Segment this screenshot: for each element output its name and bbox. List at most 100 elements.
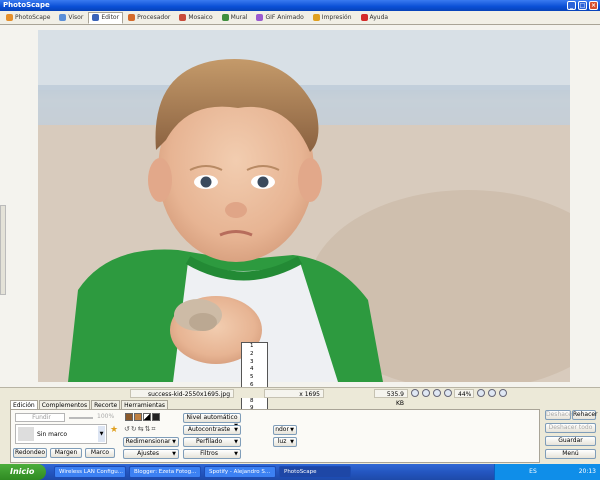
frame-preview <box>18 427 34 441</box>
dropdown-option[interactable]: 1 <box>242 343 267 351</box>
tab-impresion[interactable]: Impresión <box>309 12 356 24</box>
filtros-button[interactable]: Filtros ▼ <box>183 449 241 459</box>
partial-button-2[interactable]: luz ▼ <box>273 437 297 447</box>
zoom-in-icon[interactable] <box>477 389 485 397</box>
dropdown-option[interactable]: 3 <box>242 359 267 367</box>
window-title: PhotoScape <box>3 1 50 9</box>
redondeo-button[interactable]: Redondeo <box>13 448 47 458</box>
title-bar: PhotoScape _ □ × <box>0 0 600 11</box>
system-tray: ES 20:13 <box>494 464 600 480</box>
tab-ayuda[interactable]: Ayuda <box>357 12 393 24</box>
side-panel-handle[interactable] <box>0 205 6 295</box>
button-label: Redimensionar <box>125 438 171 445</box>
tab-recorte[interactable]: Recorte <box>91 400 121 409</box>
edit-panel: Edición Complementos Recorte Herramienta… <box>8 398 600 464</box>
tab-editor[interactable]: Editor <box>88 11 124 24</box>
photoscape-icon <box>6 14 13 21</box>
start-button[interactable]: Inicio <box>0 464 46 480</box>
autocontraste-button[interactable]: Autocontraste ▼ <box>183 425 241 435</box>
negative-tool-icon[interactable] <box>152 413 160 421</box>
tab-label: Procesador <box>137 14 171 21</box>
help-icon <box>360 14 368 21</box>
frame-select[interactable]: Sin marco ▼ <box>15 424 107 444</box>
margen-button[interactable]: Margen <box>50 448 82 458</box>
tab-label: GIF Animado <box>265 14 304 21</box>
tab-label: Ayuda <box>369 14 389 21</box>
status-bar: success-kid-2550x1695.jpg x 1695 535.9 K… <box>0 387 600 407</box>
contrast-tool-icon[interactable] <box>143 413 151 421</box>
status-dimensions: x 1695 <box>264 388 324 398</box>
button-label: Filtros <box>200 450 218 457</box>
fit-screen-icon[interactable] <box>411 389 419 397</box>
opacity-percent: 100% <box>97 413 115 420</box>
module-tab-bar: PhotoScape Visor Editor Procesador Mosai… <box>0 11 600 25</box>
minimize-button[interactable]: _ <box>567 1 576 10</box>
gif-icon <box>256 14 264 21</box>
taskbar-item-photoscape[interactable]: PhotoScape <box>279 466 351 478</box>
fundir-field[interactable]: Fundir <box>15 413 65 422</box>
tab-mosaico[interactable]: Mosaico <box>175 12 216 24</box>
brown-tool-icon[interactable] <box>125 413 133 421</box>
dropdown-option[interactable]: 4 <box>242 366 267 374</box>
partial-button-1[interactable]: ndor ▼ <box>273 425 297 435</box>
chevron-down-icon[interactable]: ▼ <box>98 426 105 442</box>
maximize-button[interactable]: □ <box>578 1 587 10</box>
marco-button[interactable]: Marco <box>85 448 115 458</box>
close-button[interactable]: × <box>589 1 598 10</box>
button-label: Nivel automático <box>186 414 238 421</box>
editor-workspace <box>0 25 600 387</box>
taskbar: Inicio Wireless LAN Configu... Blogger: … <box>0 464 600 480</box>
tab-procesador[interactable]: Procesador <box>124 12 174 24</box>
tab-edicion[interactable]: Edición <box>10 400 38 409</box>
info-icon[interactable] <box>499 389 507 397</box>
clock[interactable]: 20:13 <box>579 468 596 475</box>
taskbar-item-blogger[interactable]: Blogger: Ezeta Fotog... <box>129 466 201 478</box>
tab-visor[interactable]: Visor <box>55 12 87 24</box>
star-icon[interactable]: ★ <box>110 425 118 435</box>
photo-canvas[interactable] <box>38 30 570 382</box>
perfilado-button[interactable]: Perfilado ▼ <box>183 437 241 447</box>
rotate-flip-icons[interactable]: ↺↻⇆⇅⌗ <box>124 425 156 434</box>
panel-tabs: Edición Complementos Recorte Herramienta… <box>10 400 169 409</box>
tab-label: PhotoScape <box>15 14 51 21</box>
deshacer-button[interactable]: Deshacer <box>545 410 574 420</box>
language-indicator[interactable]: ES <box>529 468 537 475</box>
zoom-fit-icon[interactable] <box>444 389 452 397</box>
rehacer-button[interactable]: Rehacer <box>572 410 598 420</box>
taskbar-item-spotify[interactable]: Spotify - Alejandro S... <box>204 466 276 478</box>
deshacer-todo-button[interactable]: Deshacer todo <box>545 423 596 433</box>
opacity-slider[interactable] <box>69 417 93 419</box>
status-filename: success-kid-2550x1695.jpg <box>130 388 234 398</box>
status-filesize: 535.9 KB <box>374 388 408 407</box>
ajustes-button[interactable]: Ajustes ▼ <box>123 449 179 459</box>
editor-icon <box>92 14 100 21</box>
tab-label: Editor <box>101 14 120 21</box>
window-controls: _ □ × <box>567 1 598 10</box>
taskbar-item-wireless[interactable]: Wireless LAN Configu... <box>54 466 126 478</box>
zoom-out-icon[interactable] <box>433 389 441 397</box>
nivel-automatico-button[interactable]: Nivel automático▼ <box>183 413 241 429</box>
tab-photoscape[interactable]: PhotoScape <box>2 12 54 24</box>
button-label: ndor <box>275 426 289 433</box>
guardar-button[interactable]: Guardar <box>545 436 596 446</box>
button-label: Autocontraste <box>187 426 231 433</box>
tab-complementos[interactable]: Complementos <box>38 400 91 409</box>
actual-size-icon[interactable] <box>422 389 430 397</box>
panel-body: Fundir 100% Sin marco ▼ ★ Redondeo Marge… <box>10 409 540 463</box>
dropdown-option[interactable]: 5 <box>242 374 267 382</box>
menu-button[interactable]: Menú <box>545 449 596 459</box>
print-icon <box>312 14 320 21</box>
tab-label: Visor <box>68 14 84 21</box>
zoom-out-small-icon[interactable] <box>488 389 496 397</box>
tab-label: Impresión <box>321 14 352 21</box>
sepia-tool-icon[interactable] <box>134 413 142 421</box>
tab-gif-animado[interactable]: GIF Animado <box>252 12 307 24</box>
redimensionar-button[interactable]: Redimensionar ▼ <box>123 437 179 447</box>
tab-herramientas[interactable]: Herramientas <box>121 400 169 409</box>
tab-mural[interactable]: Mural <box>218 12 252 24</box>
viewer-icon <box>59 14 67 21</box>
zoom-level: 44% <box>454 388 474 398</box>
dropdown-option[interactable]: 2 <box>242 351 267 359</box>
button-label: luz <box>277 438 287 445</box>
photo-image <box>38 30 570 382</box>
